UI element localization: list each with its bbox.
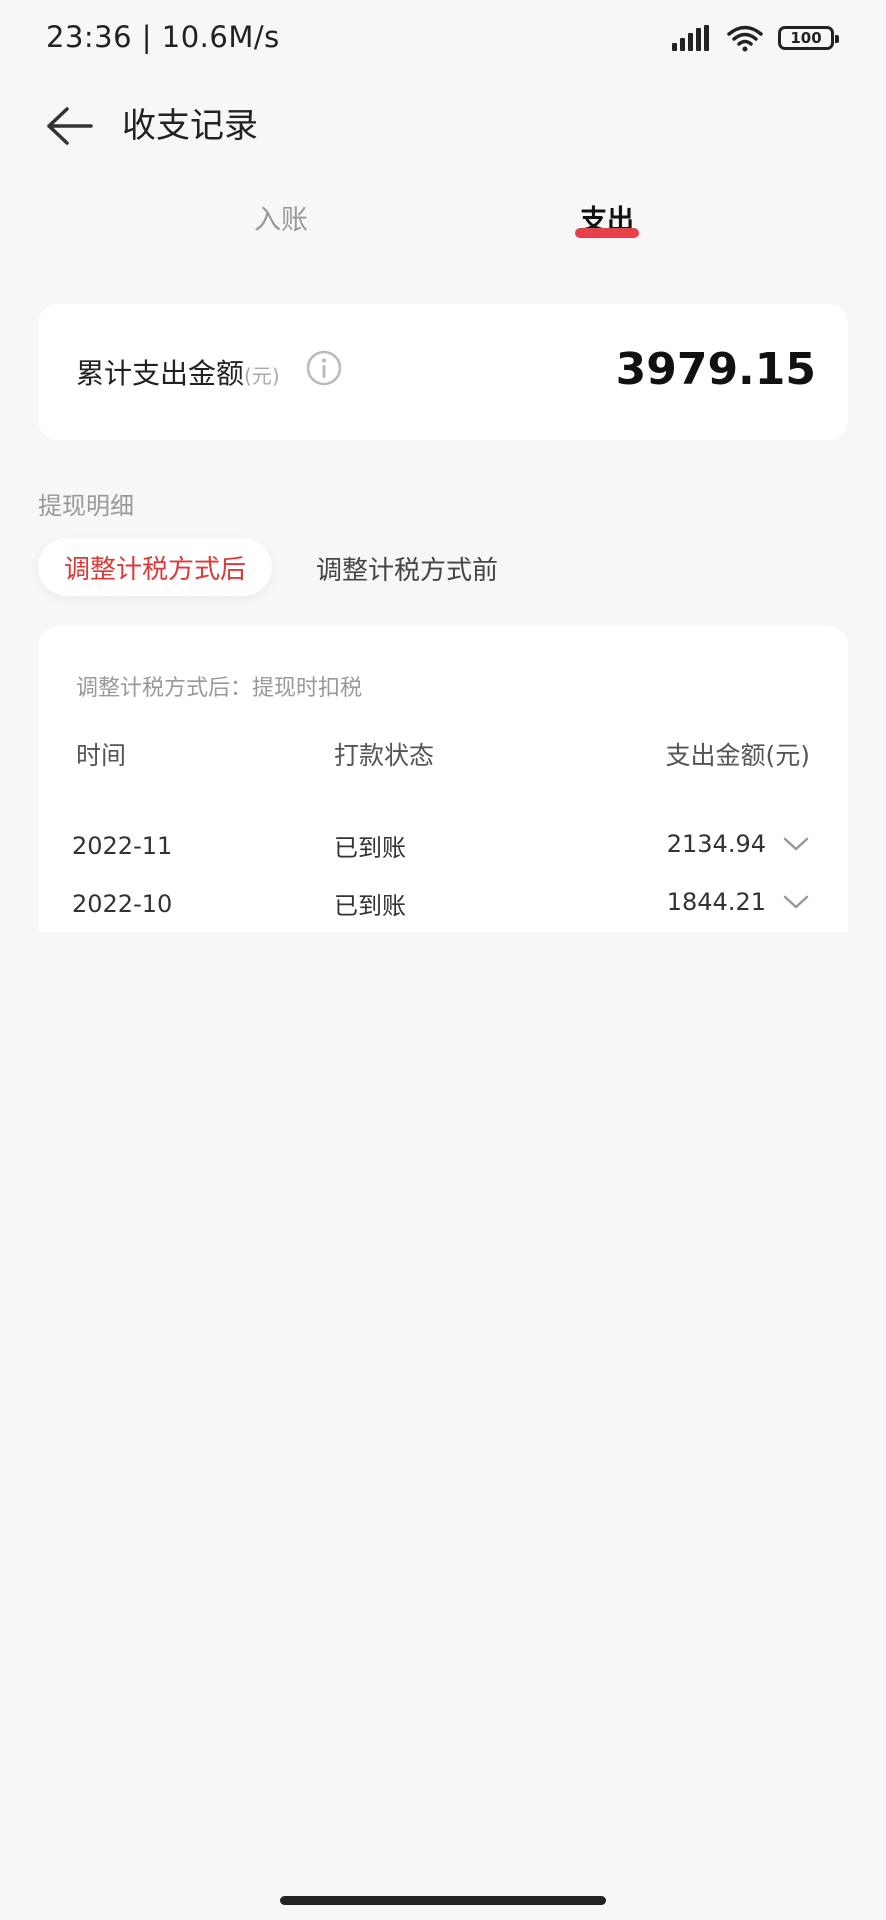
arrow-left-icon bbox=[47, 107, 93, 145]
summary-label-text: 累计支出金额 bbox=[76, 357, 245, 390]
section-title: 提现明细 bbox=[38, 492, 134, 520]
home-indicator[interactable] bbox=[280, 1896, 606, 1905]
column-header-time: 时间 bbox=[76, 741, 127, 770]
active-tab-indicator bbox=[575, 228, 639, 238]
detail-note: 调整计税方式后：提现时扣税 bbox=[76, 676, 363, 701]
row-date: 2022-10 bbox=[72, 890, 173, 918]
summary-card: 累计支出金额(元) 3979.15 bbox=[38, 304, 848, 440]
column-header-status: 打款状态 bbox=[334, 741, 435, 770]
table-row[interactable]: 2022-11 已到账 2134.94 bbox=[38, 822, 848, 872]
header: 收支记录 bbox=[0, 80, 886, 176]
page-title: 收支记录 bbox=[122, 106, 258, 146]
subtab-before-adjust[interactable]: 调整计税方式前 bbox=[316, 550, 498, 587]
wifi-icon bbox=[727, 25, 763, 52]
tab-income[interactable]: 入账 bbox=[254, 198, 308, 237]
battery-level: 100 bbox=[790, 29, 822, 47]
row-status: 已到账 bbox=[334, 892, 406, 920]
summary-value: 3979.15 bbox=[615, 344, 816, 395]
chevron-down-icon[interactable] bbox=[782, 834, 810, 854]
row-amount: 1844.21 bbox=[666, 888, 766, 916]
status-bar: 23:36 | 10.6M/s 100 bbox=[0, 0, 886, 80]
detail-card: 调整计税方式后：提现时扣税 时间 打款状态 支出金额(元) 2022-11 已到… bbox=[38, 626, 848, 932]
battery-icon: 100 bbox=[778, 26, 839, 50]
summary-unit: (元) bbox=[244, 364, 280, 388]
row-status: 已到账 bbox=[334, 834, 406, 862]
row-amount: 2134.94 bbox=[666, 830, 766, 858]
subtab-after-adjust[interactable]: 调整计税方式后 bbox=[38, 538, 272, 596]
summary-label: 累计支出金额(元) bbox=[76, 352, 280, 392]
tab-bar: 入账 支出 bbox=[0, 190, 886, 260]
back-button[interactable] bbox=[38, 94, 102, 158]
column-header-amount: 支出金额(元) bbox=[665, 741, 810, 770]
signal-icon bbox=[672, 25, 709, 51]
status-icons: 100 bbox=[672, 24, 839, 52]
status-time: 23:36 | 10.6M/s bbox=[46, 20, 280, 54]
row-date: 2022-11 bbox=[72, 832, 173, 860]
table-row[interactable]: 2022-10 已到账 1844.21 bbox=[38, 880, 848, 930]
chevron-down-icon[interactable] bbox=[782, 892, 810, 912]
info-icon[interactable] bbox=[306, 350, 342, 386]
